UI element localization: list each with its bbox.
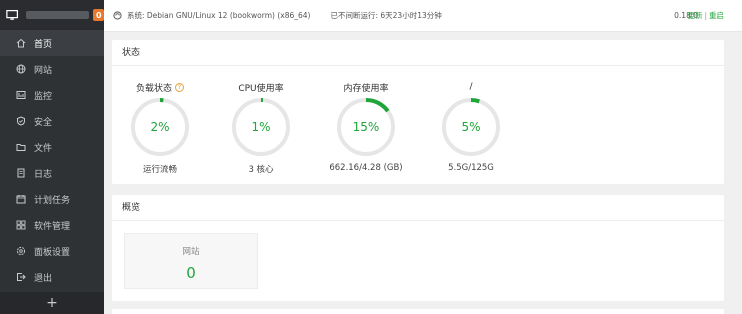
sidebar-item-label: 退出 [34, 273, 53, 284]
sidebar-nav: 首页 网站 监控 安全 文件 日志 计划任务 软件管理 面板设置 退出 [0, 30, 104, 290]
sidebar-item-label: 网站 [34, 65, 53, 76]
sidebar-item-label: 文件 [34, 143, 53, 154]
logout-icon [16, 272, 26, 282]
calendar-icon [16, 194, 26, 204]
overview-title: 概览 [112, 195, 724, 221]
uptime-info: 已不间断运行: 6天23小时13分钟 [330, 11, 442, 20]
card-label: 网站 [182, 247, 200, 257]
sidebar-item-label: 日志 [34, 169, 53, 180]
sidebar-item-websites[interactable]: 网站 [0, 56, 104, 82]
sidebar-item-label: 安全 [34, 117, 53, 128]
notification-badge[interactable]: 0 [93, 9, 104, 21]
sidebar-item-software[interactable]: 软件管理 [0, 212, 104, 238]
folder-icon [16, 142, 26, 152]
gauge-sub: 运行流畅 [142, 165, 177, 175]
sidebar-item-cron[interactable]: 计划任务 [0, 186, 104, 212]
sidebar-item-files[interactable]: 文件 [0, 134, 104, 160]
update-link[interactable]: 更新 [687, 11, 702, 20]
hostname-redacted [26, 11, 90, 19]
gauge-sub: 3 核心 [248, 165, 274, 175]
sidebar-item-logs[interactable]: 日志 [0, 160, 104, 186]
gauge-memory[interactable]: 内存使用率 15% 662.16/4.28 (GB) [320, 80, 412, 174]
settings-icon [16, 246, 26, 256]
log-icon [16, 168, 26, 178]
sidebar-item-label: 面板设置 [34, 247, 71, 258]
sidebar-item-label: 监控 [34, 91, 53, 102]
system-icon [113, 11, 122, 20]
home-icon [16, 38, 26, 48]
server-monitor-icon [6, 9, 19, 20]
overview-card-websites[interactable]: 网站 0 [124, 233, 258, 289]
gauge-label: 负载状态 [135, 83, 172, 94]
top-actions: 更新 | 重启 [687, 10, 724, 21]
gauge-label: CPU使用率 [238, 83, 284, 94]
gauge-sub: 662.16/4.28 (GB) [329, 163, 403, 173]
gauge-value: 5% [461, 120, 480, 134]
sidebar-item-label: 计划任务 [34, 195, 71, 206]
gauge-ring: 5% [442, 98, 500, 156]
sidebar: 0 首页 网站 监控 安全 文件 日志 计划任务 软件管理 面板设置 退出 + [0, 0, 104, 314]
top-bar: 系统: Debian GNU/Linux 12 (bookworm) (x86_… [104, 0, 742, 32]
globe-icon [16, 64, 26, 74]
gauge-value: 1% [251, 120, 270, 134]
sidebar-item-monitor[interactable]: 监控 [0, 82, 104, 108]
separator: | [704, 11, 707, 20]
gauge-value: 2% [150, 120, 169, 134]
help-icon[interactable]: ? [175, 82, 184, 92]
restart-link[interactable]: 重启 [709, 11, 724, 20]
apps-icon [16, 220, 26, 230]
gauge-label: 内存使用率 [343, 83, 389, 94]
status-title: 状态 [112, 40, 724, 66]
overview-panel: 概览 网站 0 [112, 195, 724, 301]
gauge-sub: 5.5G/125G [448, 163, 494, 173]
gauge-label: / [469, 82, 473, 92]
sidebar-item-label: 首页 [34, 39, 53, 50]
gauge-disk[interactable]: / 5% 5.5G/125G [431, 80, 511, 173]
next-panel-edge [112, 309, 724, 314]
add-button[interactable]: + [0, 292, 104, 314]
card-value[interactable]: 0 [125, 264, 257, 282]
system-info: 系统: Debian GNU/Linux 12 (bookworm) (x86_… [127, 11, 311, 20]
gauge-ring: 15% [337, 98, 395, 156]
monitor-icon [16, 90, 26, 100]
gauge-cpu[interactable]: CPU使用率 1% 3 核心 [221, 80, 301, 175]
gauge-load[interactable]: 负载状态? 2% 运行流畅 [120, 80, 200, 175]
sidebar-header: 0 [0, 0, 104, 30]
status-panel: 状态 负载状态? 2% 运行流畅 CPU使用率 1% 3 核心 内存使用率 15… [112, 40, 724, 184]
gauge-value: 15% [353, 120, 380, 134]
sidebar-item-logout[interactable]: 退出 [0, 264, 104, 290]
shield-icon [16, 116, 26, 126]
sidebar-item-security[interactable]: 安全 [0, 108, 104, 134]
sidebar-item-home[interactable]: 首页 [0, 30, 104, 56]
sidebar-item-label: 软件管理 [34, 221, 71, 232]
sidebar-item-settings[interactable]: 面板设置 [0, 238, 104, 264]
gauge-ring: 2% [131, 98, 189, 156]
gauge-ring: 1% [232, 98, 290, 156]
